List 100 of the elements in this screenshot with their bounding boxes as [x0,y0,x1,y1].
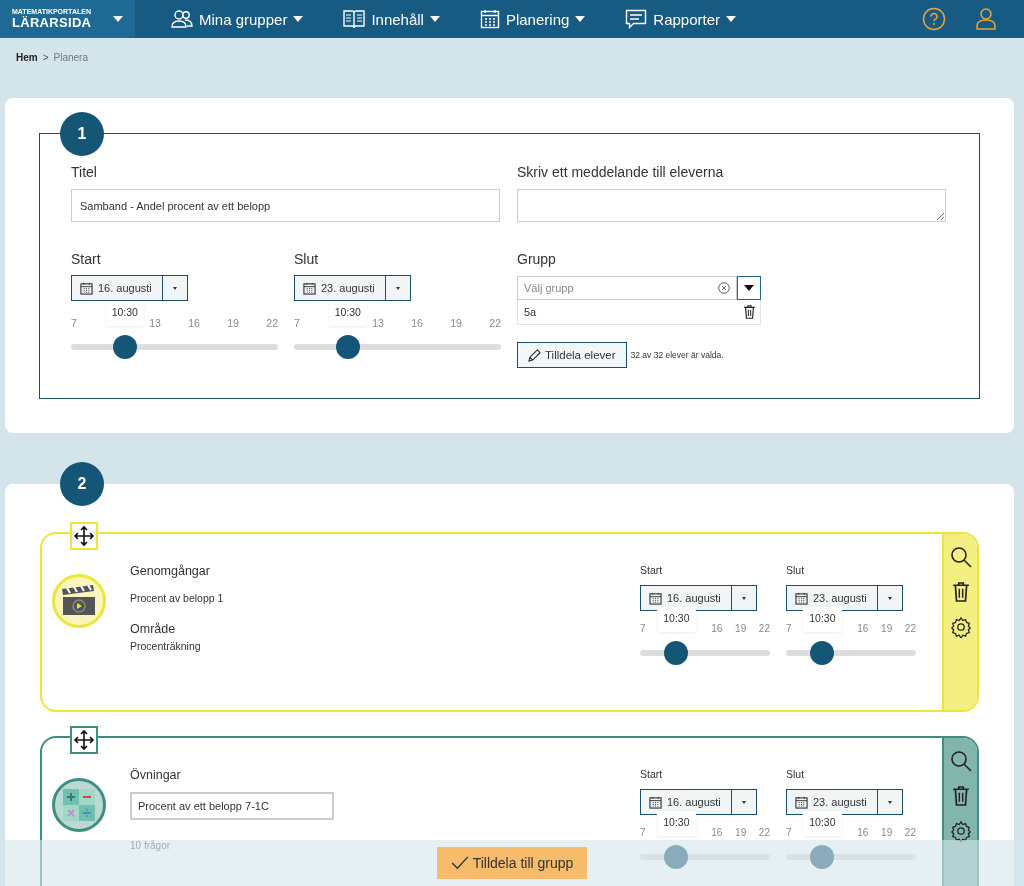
message-field[interactable] [517,189,946,222]
calendar-icon [795,591,808,605]
calendar-icon [80,281,93,295]
area-label: Område [130,622,177,636]
checkmark-icon [450,856,469,870]
time-tooltip: 10:30 [657,811,696,836]
nav-menu-item[interactable]: Mina grupper [171,9,304,29]
date-picker[interactable]: 16. augusti [640,789,757,815]
tick-label: 7 [71,317,78,331]
slider-thumb[interactable] [335,335,360,359]
field-label: Titel [71,164,98,180]
date-value: 16. augusti [667,796,721,808]
assign-students-button[interactable]: Tilldela elever [517,342,627,368]
tick-label: 16 [411,317,424,331]
caret-icon [395,286,400,290]
tick-label: 7 [294,317,301,331]
time-tooltip: 10:30 [657,607,696,632]
category-label: Övningar [130,768,182,782]
tick-label: 16 [711,623,724,636]
slider-thumb[interactable] [810,641,835,665]
nav-menu-item[interactable]: Planering [479,9,586,29]
caret-icon [429,16,440,22]
tick-label: 22 [904,623,916,636]
tick-label: 16 [857,623,870,636]
caret-icon [887,596,892,600]
exercise-title-field[interactable]: Procent av ett belopp 7-1C [130,792,334,820]
assign-group-button[interactable]: Tilldela till grupp [436,847,588,879]
math-symbols-icon [52,778,106,832]
date-value: 16. augusti [98,282,152,294]
tick-label: 19 [735,623,748,636]
field-label: Slut [786,564,806,576]
tick-label: 22 [758,623,770,636]
tick-label: 13 [372,317,385,331]
breadcrumb-separator: > [42,52,49,65]
caret-icon [887,800,892,804]
field-label: Skriv ett meddelande till eleverna [517,164,725,180]
slider-thumb[interactable] [664,641,689,665]
date-value: 16. augusti [667,592,721,604]
field-label: Start [71,251,102,267]
tick-label: 7 [640,827,647,840]
tick-label: 22 [904,827,916,840]
caret-icon [113,16,123,22]
calendar-icon [303,281,316,295]
date-picker[interactable]: 16. augusti [640,585,757,611]
tick-label: 22 [758,827,770,840]
category-label: Genomgångar [130,564,211,578]
step-number: 2 [60,462,104,506]
tick-label: 7 [640,623,647,636]
time-tooltip: 10:30 [803,811,842,836]
trash-icon[interactable] [951,785,970,807]
tick-label: 13 [149,317,162,331]
slider-thumb[interactable] [810,845,835,869]
nav-menu-item[interactable]: Innehåll [343,9,440,29]
status-text: 32 av 32 elever är valda. [630,350,724,360]
area-value: Procenträkning [130,640,202,652]
tick-label: 16 [711,827,724,840]
logo-title: LÄRARSIDA [12,15,92,30]
activity-title: Procent av belopp 1 [130,592,225,604]
clear-icon[interactable] [718,282,730,294]
title-field[interactable]: Samband - Andel procent av ett belopp [71,189,500,222]
dropdown-button[interactable] [737,276,761,300]
field-label: Slut [786,768,806,780]
slider-thumb[interactable] [112,335,137,359]
step-number: 1 [60,112,104,156]
pencil-icon [528,348,541,362]
tick-label: 16 [857,827,870,840]
tick-label: 19 [881,827,894,840]
group-name: 5a [524,306,537,318]
tick-label: 22 [489,317,501,331]
help-icon[interactable] [922,7,946,31]
tick-label: 19 [227,317,240,331]
caret-icon [172,286,177,290]
date-value: 23. augusti [321,282,375,294]
settings-icon[interactable] [949,820,972,842]
breadcrumb-link[interactable]: Hem [16,52,38,72]
date-picker[interactable]: 23. augusti [786,789,903,815]
group-select[interactable]: Välj grupp [517,276,737,300]
trash-icon[interactable] [951,581,970,603]
time-tooltip: 10:30 [803,607,842,632]
trash-icon[interactable] [743,305,756,319]
placeholder-text: Välj grupp [524,282,574,294]
date-picker[interactable]: 23. augusti [786,585,903,611]
time-tooltip: 10:30 [105,301,144,326]
date-picker[interactable]: 23. augusti [294,275,411,301]
chat-icon [625,9,648,29]
date-value: 23. augusti [813,796,867,808]
settings-icon[interactable] [949,616,972,638]
tick-label: 7 [786,827,793,840]
move-icon[interactable] [70,726,98,754]
time-tooltip: 10:30 [328,301,367,326]
field-label: Grupp [517,251,557,267]
search-icon[interactable] [949,750,972,772]
nav-menu-item[interactable]: Rapporter [625,9,737,29]
slider-thumb[interactable] [664,845,689,869]
caret-icon [741,596,746,600]
book-icon [343,9,366,29]
user-icon[interactable] [976,8,996,30]
tick-label: 22 [266,317,278,331]
search-icon[interactable] [949,546,972,568]
date-picker[interactable]: 16. augusti [71,275,188,301]
